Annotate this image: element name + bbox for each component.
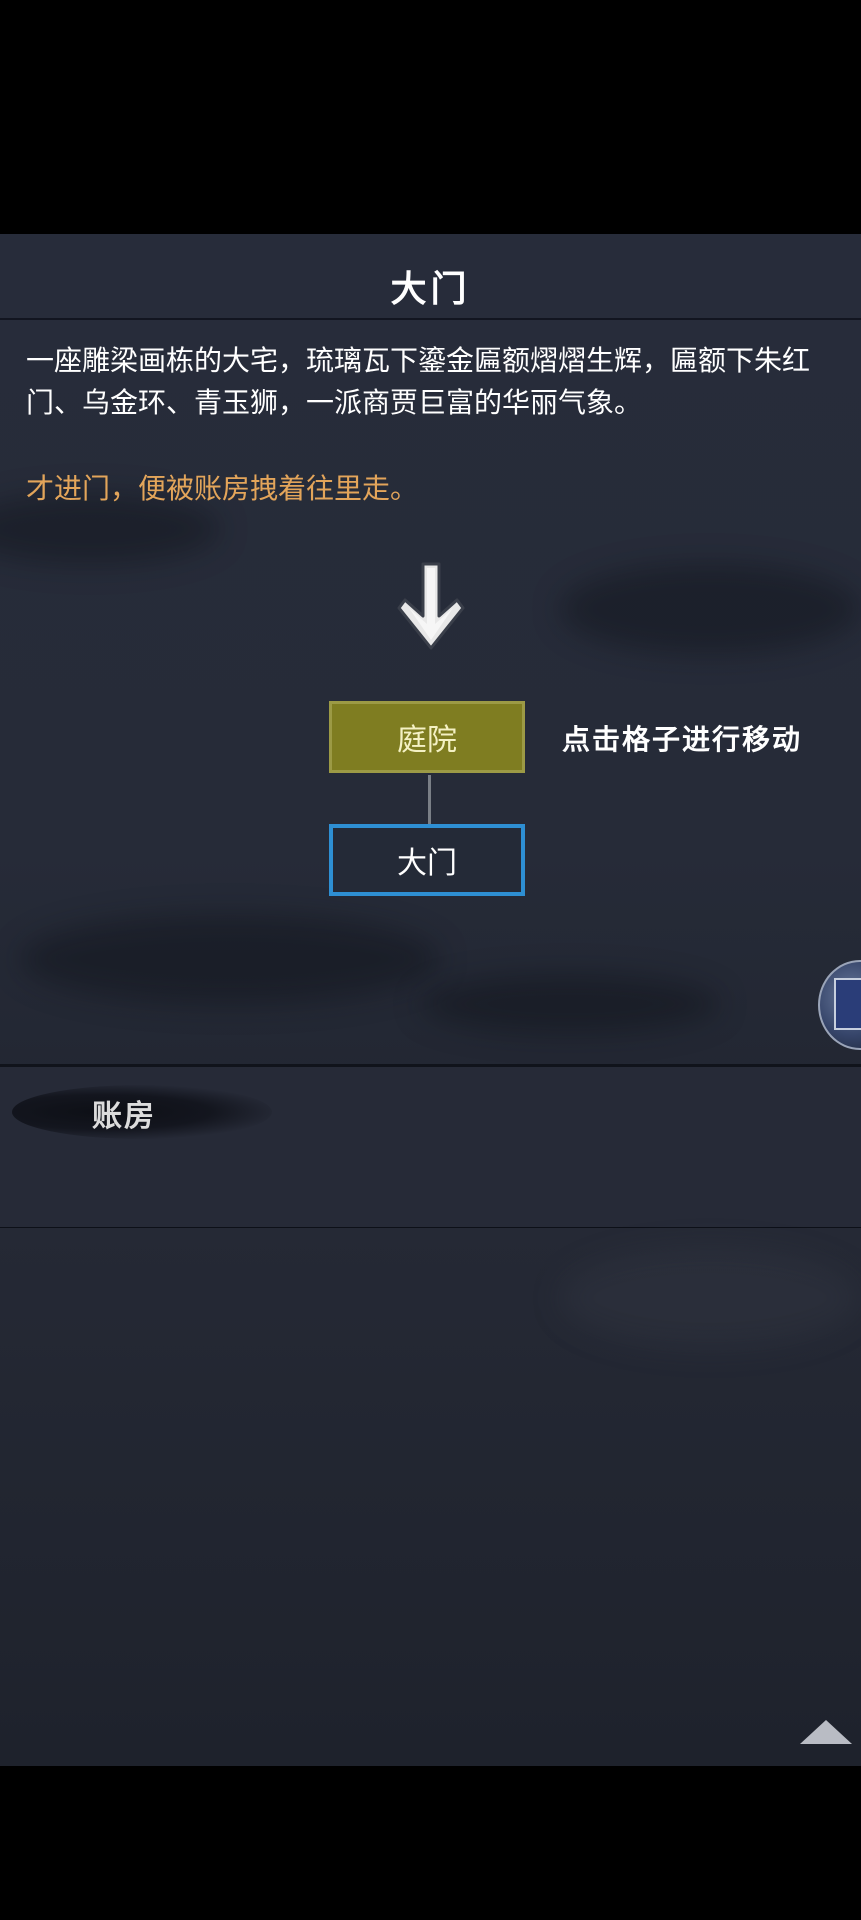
- log-area: [0, 1228, 861, 1766]
- location-title: 大门: [390, 269, 471, 310]
- location-description: 一座雕梁画栋的大宅，琉璃瓦下鎏金匾额熠熠生辉，匾额下朱红门、乌金环、青玉狮，一派…: [26, 344, 811, 419]
- ink-decoration: [420, 974, 720, 1034]
- npc-panel: 账房: [0, 1064, 861, 1231]
- down-arrow-icon: [397, 562, 465, 650]
- scroll-book-icon[interactable]: [818, 960, 861, 1050]
- ink-decoration: [560, 1248, 860, 1348]
- event-message: 才进门，便被账房拽着往里走。: [26, 472, 419, 505]
- npc-accountant[interactable]: 账房: [92, 1091, 156, 1135]
- book-cover: [834, 978, 861, 1030]
- map-cell-gate-current[interactable]: 大门: [329, 824, 525, 896]
- triangle-up-icon[interactable]: [800, 1720, 852, 1744]
- ink-decoration: [560, 564, 860, 654]
- title-bar: 大门: [0, 234, 861, 320]
- game-area: 大门 一座雕梁画栋的大宅，琉璃瓦下鎏金匾额熠熠生辉，匾额下朱红门、乌金环、青玉狮…: [0, 234, 861, 1766]
- map-cell-courtyard[interactable]: 庭院: [329, 701, 525, 773]
- move-hint: 点击格子进行移动: [562, 723, 803, 756]
- map-connector: [428, 775, 431, 824]
- ink-decoration: [20, 914, 440, 1004]
- game-screen: 大门 一座雕梁画栋的大宅，琉璃瓦下鎏金匾额熠熠生辉，匾额下朱红门、乌金环、青玉狮…: [0, 0, 861, 1920]
